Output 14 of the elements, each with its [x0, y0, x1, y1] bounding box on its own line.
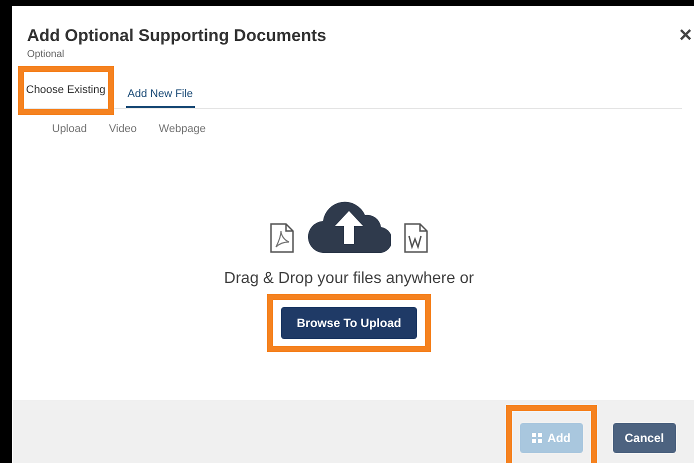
sub-tab[interactable]: Upload	[52, 123, 87, 135]
grid-icon	[532, 433, 542, 443]
tab[interactable]: Add New File	[126, 80, 195, 108]
sub-tab[interactable]: Webpage	[158, 123, 206, 135]
close-button[interactable]: ×	[679, 22, 692, 48]
cancel-button[interactable]: Cancel	[612, 423, 676, 453]
pdf-file-icon	[269, 223, 295, 253]
tab[interactable]: Choose Existing	[24, 76, 108, 104]
dialog-title: Add Optional Supporting Documents	[27, 26, 328, 46]
word-file-icon	[403, 223, 429, 253]
dialog-subtitle: Optional	[27, 49, 66, 60]
sub-tab[interactable]: Video	[108, 123, 137, 135]
drop-instruction: Drag & Drop your files anywhere or	[224, 270, 474, 288]
browse-button[interactable]: Browse To Upload	[280, 307, 418, 339]
